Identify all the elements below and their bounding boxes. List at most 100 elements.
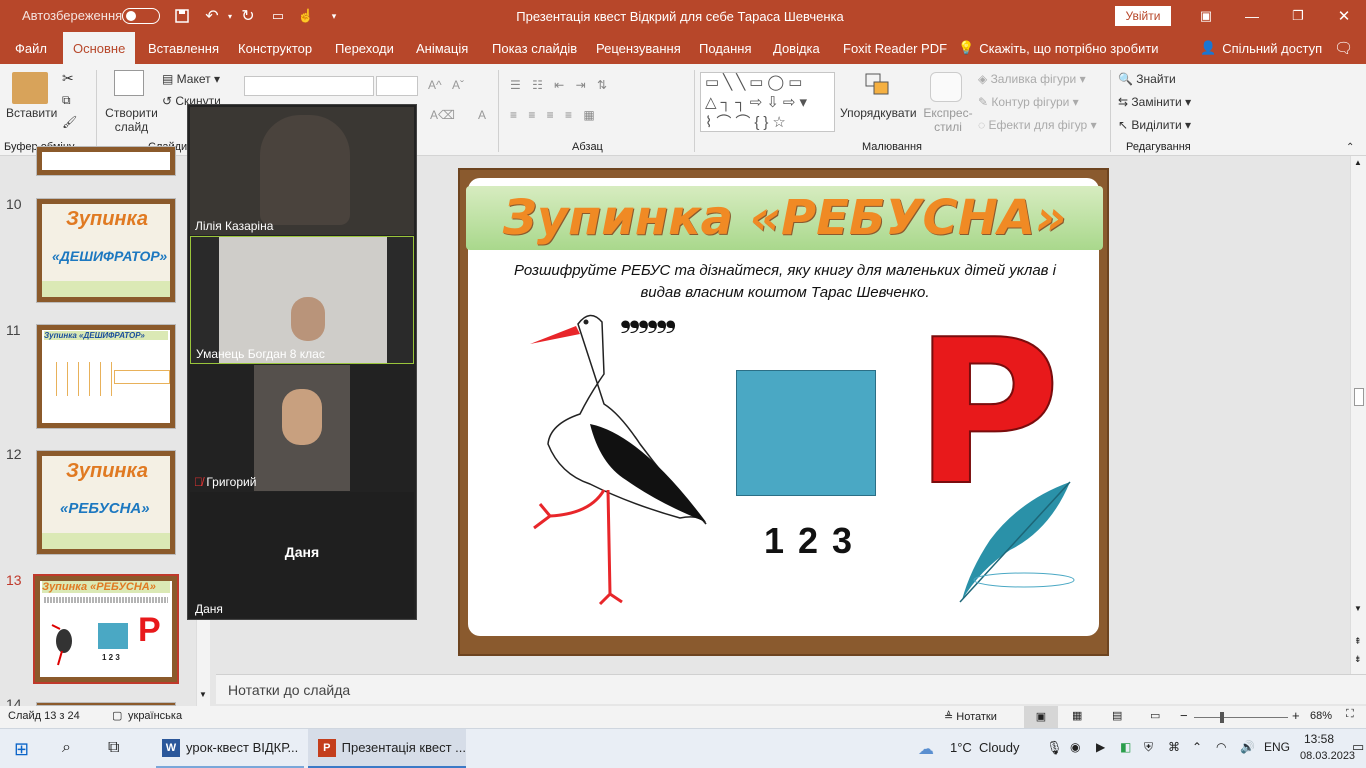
cut-icon[interactable]: ✂ bbox=[62, 70, 74, 87]
minimize-icon[interactable]: — bbox=[1234, 6, 1270, 26]
input-language[interactable]: ENG bbox=[1264, 740, 1290, 754]
undo-icon[interactable]: ↶ bbox=[202, 6, 222, 26]
redo-icon[interactable]: ↻ bbox=[238, 6, 258, 26]
notifications-icon[interactable]: ▭ bbox=[1352, 739, 1364, 755]
collapse-ribbon-icon[interactable]: ⌃ bbox=[1346, 142, 1354, 153]
slide-thumbnail-9[interactable] bbox=[36, 146, 176, 176]
scroll-up-icon[interactable]: ▲ bbox=[1354, 158, 1362, 167]
zoom-slider[interactable] bbox=[1194, 712, 1288, 723]
clear-format-icon[interactable]: A⌫ bbox=[430, 108, 455, 122]
zoom-out-icon[interactable]: − bbox=[1180, 708, 1188, 723]
restore-icon[interactable]: ❐ bbox=[1280, 6, 1316, 26]
paste-icon[interactable] bbox=[12, 72, 48, 104]
increase-font-icon[interactable]: A^ bbox=[428, 78, 442, 92]
shapes-gallery[interactable]: ▭╲╲▭◯▭ △┐┐⇨⇩⇨▾ ⌇⌒⌒{}☆ bbox=[700, 72, 835, 132]
tab-animations[interactable]: Анімація bbox=[416, 32, 468, 64]
replace-button[interactable]: ⇆ Замінити ▾ bbox=[1118, 95, 1191, 109]
scroll-thumb[interactable] bbox=[1354, 388, 1364, 406]
tab-home[interactable]: Основне bbox=[63, 32, 136, 64]
paste-button[interactable]: Вставити bbox=[6, 106, 57, 120]
share-button[interactable]: 👤 Спільний доступ bbox=[1200, 32, 1322, 64]
zoom-in-icon[interactable]: + bbox=[1292, 708, 1300, 723]
layout-button[interactable]: ▤ Макет ▾ bbox=[162, 72, 220, 86]
slide-thumbnail-11[interactable]: Зупинка «ДЕШИФРАТОР» bbox=[36, 324, 176, 429]
find-button[interactable]: 🔍 Знайти bbox=[1118, 72, 1176, 86]
zoom-level[interactable]: 68% bbox=[1310, 710, 1332, 722]
tab-transitions[interactable]: Переходи bbox=[335, 32, 394, 64]
clock-date[interactable]: 08.03.2023 bbox=[1300, 750, 1355, 762]
normal-view-icon[interactable]: ▣ bbox=[1024, 706, 1058, 728]
copy-icon[interactable]: ⧉ bbox=[62, 93, 71, 108]
arrange-icon[interactable] bbox=[864, 72, 892, 102]
notes-toggle-button[interactable]: ≜ Нотатки bbox=[944, 710, 997, 723]
notes-placeholder[interactable]: Нотатки до слайда bbox=[228, 682, 350, 698]
slide-thumbnail-12[interactable]: Зупинка «РЕБУСНА» bbox=[36, 450, 176, 555]
language[interactable]: українська bbox=[128, 710, 182, 722]
slide-thumbnail-10[interactable]: Зупинка «ДЕШИФРАТОР» bbox=[36, 198, 176, 303]
clock-time[interactable]: 13:58 bbox=[1304, 732, 1334, 746]
tab-help[interactable]: Довідка bbox=[773, 32, 820, 64]
align-buttons-icon[interactable]: ≡ ≡ ≡ ≡ ▦ bbox=[510, 108, 599, 122]
select-button[interactable]: ↖ Виділити ▾ bbox=[1118, 118, 1191, 132]
new-slide-button[interactable]: Створити слайд bbox=[104, 106, 159, 134]
taskbar-app-powerpoint[interactable]: P Презентація квест ... bbox=[308, 729, 466, 768]
participant-tile[interactable]: Даня Даня bbox=[190, 492, 414, 618]
slide-sorter-icon[interactable]: ▦ bbox=[1072, 709, 1082, 722]
search-icon[interactable]: ⌕ bbox=[62, 739, 71, 757]
taskbar-app-word[interactable]: Wурок-квест ВІДКР... bbox=[156, 729, 304, 768]
cloud-icon[interactable]: ☁ bbox=[918, 739, 934, 759]
wifi-icon[interactable]: ◠ bbox=[1216, 740, 1226, 754]
autosave-toggle[interactable] bbox=[122, 8, 160, 24]
windows-start-icon[interactable]: ⊞ bbox=[14, 739, 29, 760]
present-icon[interactable]: ▭ bbox=[268, 6, 288, 26]
participant-tile[interactable]: 🎙̸ Григорий bbox=[190, 365, 414, 491]
slide-thumbnail-13-selected[interactable]: Зупинка «РЕБУСНА» Р 1 2 3 bbox=[33, 574, 179, 684]
format-painter-icon[interactable]: 🖌 bbox=[62, 115, 77, 129]
weather-text[interactable]: 1°C Cloudy bbox=[950, 740, 1020, 755]
font-color-icon[interactable]: A bbox=[478, 108, 486, 122]
previous-slide-icon[interactable]: ⇞ bbox=[1354, 636, 1362, 647]
scroll-down-icon[interactable]: ▼ bbox=[1354, 604, 1362, 613]
microphone-icon[interactable]: 🎙 bbox=[1046, 740, 1063, 756]
defender-icon[interactable]: ⛨ bbox=[1144, 740, 1153, 755]
slide-title[interactable]: Зупинка «РЕБУСНА» bbox=[466, 186, 1103, 250]
fit-to-window-icon[interactable]: ⛶ bbox=[1346, 708, 1354, 721]
participant-tile-active[interactable]: Уманець Богдан 8 клас bbox=[190, 236, 414, 364]
decrease-font-icon[interactable]: Aˇ bbox=[452, 78, 464, 92]
volume-icon[interactable]: 🔊 bbox=[1240, 740, 1255, 754]
tray-app-icon[interactable]: ◧ bbox=[1120, 740, 1131, 754]
quick-styles-icon[interactable] bbox=[930, 72, 962, 102]
save-icon[interactable] bbox=[172, 6, 192, 26]
font-name-dropdown[interactable] bbox=[244, 76, 374, 96]
new-slide-icon[interactable] bbox=[114, 70, 144, 96]
editor-scrollbar[interactable]: ▲ ▼ ⇞ ⇟ bbox=[1350, 156, 1366, 674]
tell-me-search[interactable]: 💡 Скажіть, що потрібно зробити bbox=[958, 32, 1159, 64]
next-slide-icon[interactable]: ⇟ bbox=[1354, 654, 1362, 665]
tab-foxit[interactable]: Foxit Reader PDF bbox=[843, 32, 947, 64]
scroll-down-icon[interactable]: ▼ bbox=[199, 690, 207, 699]
signin-button[interactable]: Увійти bbox=[1115, 6, 1171, 26]
tab-insert[interactable]: Вставлення bbox=[148, 32, 219, 64]
spellcheck-icon[interactable]: ▢ bbox=[112, 709, 122, 722]
tab-review[interactable]: Рецензування bbox=[596, 32, 681, 64]
touch-mode-icon[interactable]: ☝ bbox=[296, 6, 316, 26]
quick-styles-button[interactable]: Експрес-стилі bbox=[922, 106, 974, 134]
shape-effects-button[interactable]: ◌ Ефекти для фігур ▾ bbox=[978, 118, 1097, 132]
shape-fill-button[interactable]: ◈ Заливка фігури ▾ bbox=[978, 72, 1086, 86]
close-icon[interactable]: ✕ bbox=[1326, 6, 1362, 26]
shape-outline-button[interactable]: ✎ Контур фігури ▾ bbox=[978, 95, 1079, 109]
network-tray-icon[interactable]: ⌘ bbox=[1168, 740, 1180, 754]
tab-file[interactable]: Файл bbox=[15, 32, 47, 64]
zoom-tray-icon[interactable]: ◉ bbox=[1070, 740, 1080, 754]
tab-design[interactable]: Конструктор bbox=[238, 32, 312, 64]
ribbon-display-icon[interactable]: ▣ bbox=[1192, 6, 1220, 26]
participant-tile[interactable]: Лілія Казаріна bbox=[190, 107, 414, 235]
reading-view-icon[interactable]: ▤ bbox=[1112, 709, 1122, 722]
slideshow-view-icon[interactable]: ▭ bbox=[1150, 709, 1160, 722]
zoom-slider-thumb[interactable] bbox=[1220, 712, 1224, 723]
customize-toolbar-icon[interactable]: ▾ bbox=[326, 6, 342, 26]
tab-slideshow[interactable]: Показ слайдів bbox=[492, 32, 577, 64]
undo-dropdown-icon[interactable]: ▾ bbox=[224, 6, 236, 26]
comments-icon[interactable]: 🗨 bbox=[1334, 32, 1353, 64]
arrange-button[interactable]: Упорядкувати bbox=[840, 106, 917, 120]
